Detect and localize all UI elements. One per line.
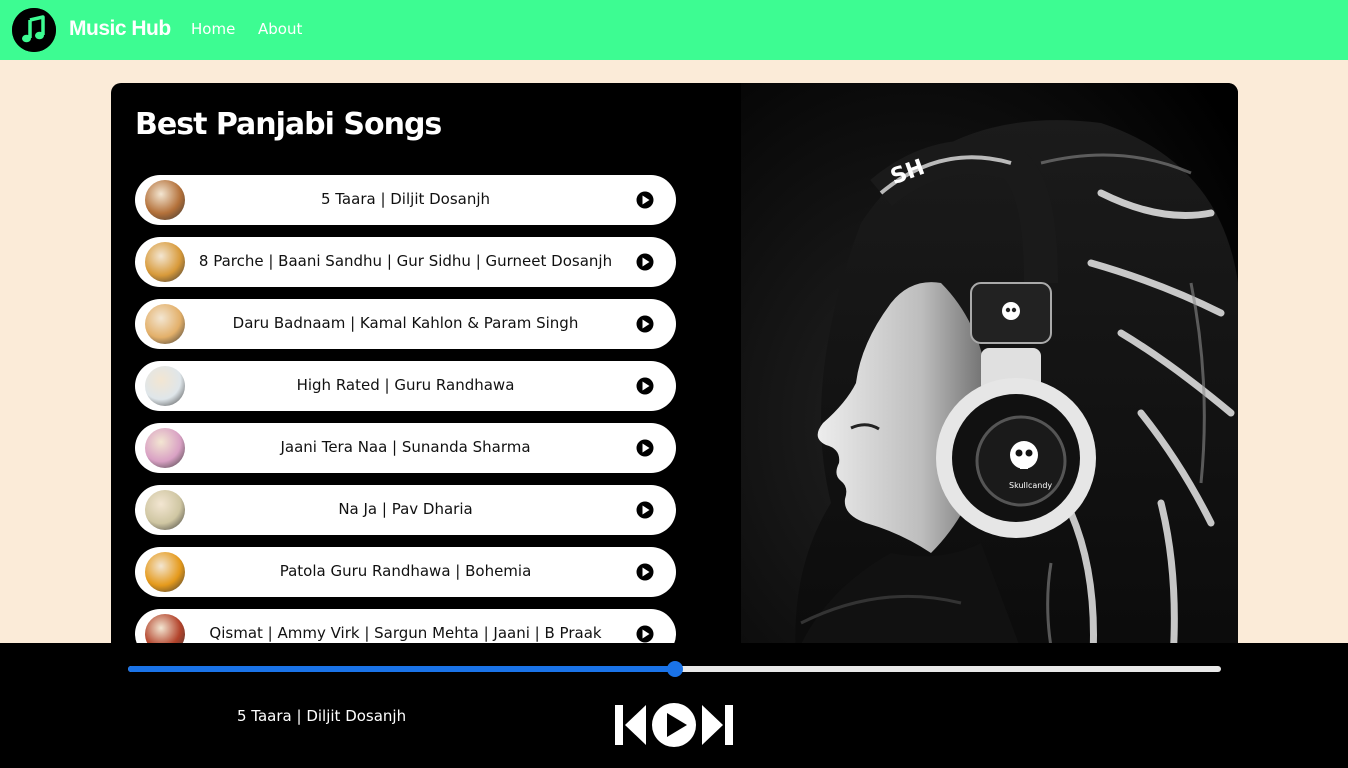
play-circle-icon[interactable] [636, 253, 654, 271]
nav-link-home[interactable]: Home [191, 20, 235, 38]
progress-fill [128, 666, 675, 672]
brand-title[interactable]: Music Hub [69, 17, 171, 41]
play-circle-icon[interactable] [636, 439, 654, 457]
playlist-container: Best Panjabi Songs 5 Taara | Diljit Dosa… [111, 83, 1238, 703]
svg-text:Skullcandy: Skullcandy [1009, 481, 1052, 490]
song-item-na-ja[interactable]: Na Ja | Pav Dharia [135, 485, 676, 535]
song-cover-image [145, 242, 185, 282]
playlist-title: Best Panjabi Songs [135, 107, 442, 142]
now-playing-title: 5 Taara | Diljit Dosanjh [237, 707, 407, 725]
song-name: Na Ja | Pav Dharia [338, 500, 473, 518]
song-name: Jaani Tera Naa | Sunanda Sharma [280, 438, 531, 456]
play-circle-icon[interactable] [636, 315, 654, 333]
previous-icon[interactable] [613, 703, 647, 751]
next-icon[interactable] [701, 703, 735, 751]
bottom-player: 5 Taara | Diljit Dosanjh [0, 643, 1348, 768]
progress-thumb[interactable] [666, 661, 683, 677]
song-item-high-rated[interactable]: High Rated | Guru Randhawa [135, 361, 676, 411]
play-circle-icon[interactable] [636, 377, 654, 395]
song-cover-image [145, 490, 185, 530]
play-circle-icon[interactable] [636, 501, 654, 519]
nav-link-about[interactable]: About [258, 20, 302, 38]
song-name: 5 Taara | Diljit Dosanjh [320, 190, 491, 208]
song-name: High Rated | Guru Randhawa [296, 376, 515, 394]
song-name: Qismat | Ammy Virk | Sargun Mehta | Jaan… [209, 624, 602, 642]
song-cover-image [145, 180, 185, 220]
song-item-daru-badnaam[interactable]: Daru Badnaam | Kamal Kahlon & Param Sing… [135, 299, 676, 349]
play-circle-icon[interactable] [636, 191, 654, 209]
music-note-icon[interactable] [12, 8, 56, 52]
song-name: Patola Guru Randhawa | Bohemia [279, 562, 532, 580]
song-item-jaani-tera-naa[interactable]: Jaani Tera Naa | Sunanda Sharma [135, 423, 676, 473]
song-item-8-parche[interactable]: 8 Parche | Baani Sandhu | Gur Sidhu | Gu… [135, 237, 676, 287]
play-circle-icon[interactable] [636, 625, 654, 643]
navbar: Music Hub Home About [0, 0, 1348, 60]
song-cover-image [145, 428, 185, 468]
song-item-5-taara[interactable]: 5 Taara | Diljit Dosanjh [135, 175, 676, 225]
hero-headphones-image: SH Skullcandy [741, 83, 1238, 703]
play-circle-icon[interactable] [651, 702, 697, 752]
song-name: 8 Parche | Baani Sandhu | Gur Sidhu | Gu… [198, 252, 613, 270]
song-cover-image [145, 304, 185, 344]
song-cover-image [145, 552, 185, 592]
song-cover-image [145, 366, 185, 406]
play-circle-icon[interactable] [636, 563, 654, 581]
song-item-patola[interactable]: Patola Guru Randhawa | Bohemia [135, 547, 676, 597]
progress-slider[interactable] [128, 661, 1221, 677]
song-name: Daru Badnaam | Kamal Kahlon & Param Sing… [232, 314, 579, 332]
